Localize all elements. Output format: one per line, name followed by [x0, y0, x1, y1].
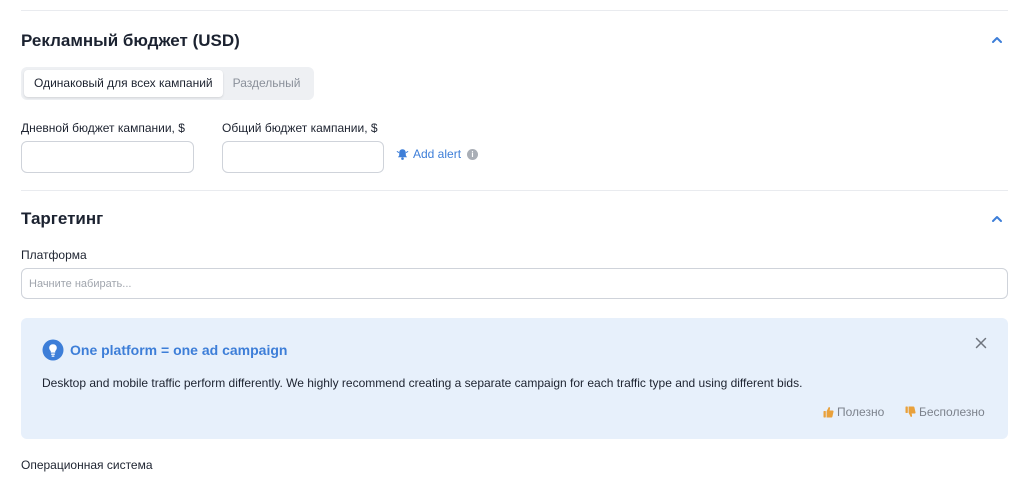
platform-label: Платформа: [21, 248, 87, 262]
daily-budget-label: Дневной бюджет кампании, $: [21, 121, 185, 135]
notice-title: One platform = one ad campaign: [70, 342, 288, 358]
notice-text: Desktop and mobile traffic perform diffe…: [42, 376, 803, 390]
thumbs-up-icon: [823, 407, 834, 418]
chevron-up-icon[interactable]: [990, 33, 1004, 47]
close-icon[interactable]: [974, 336, 988, 350]
platform-notice-banner: One platform = one ad campaign Desktop a…: [21, 318, 1008, 439]
budget-section-title: Рекламный бюджет (USD): [21, 31, 240, 50]
chevron-up-icon[interactable]: [990, 212, 1004, 226]
useful-feedback-button[interactable]: Полезно: [823, 405, 884, 419]
platform-search-input[interactable]: [21, 268, 1008, 299]
os-label: Операционная система: [21, 458, 153, 472]
useless-feedback-button[interactable]: Бесполезно: [905, 405, 985, 419]
budget-mode-same-button[interactable]: Одинаковый для всех кампаний: [24, 70, 223, 97]
bell-icon: [396, 148, 409, 160]
lightbulb-icon: [42, 339, 64, 361]
total-budget-input[interactable]: [222, 141, 384, 173]
thumbs-down-icon: [905, 406, 916, 417]
budget-mode-switch: Одинаковый для всех кампаний Раздельный: [21, 67, 314, 100]
targeting-section-title: Таргетинг: [21, 209, 104, 228]
budget-mode-separate-button[interactable]: Раздельный: [223, 70, 311, 97]
add-alert-label: Add alert: [413, 147, 462, 161]
useless-label: Бесполезно: [919, 405, 985, 419]
top-divider: [21, 10, 1008, 11]
section-divider: [21, 190, 1008, 191]
add-alert-link[interactable]: Add alert i: [396, 147, 479, 161]
daily-budget-input[interactable]: [21, 141, 194, 173]
info-icon[interactable]: i: [467, 148, 479, 160]
useful-label: Полезно: [837, 405, 885, 419]
total-budget-label: Общий бюджет кампании, $: [222, 121, 378, 135]
